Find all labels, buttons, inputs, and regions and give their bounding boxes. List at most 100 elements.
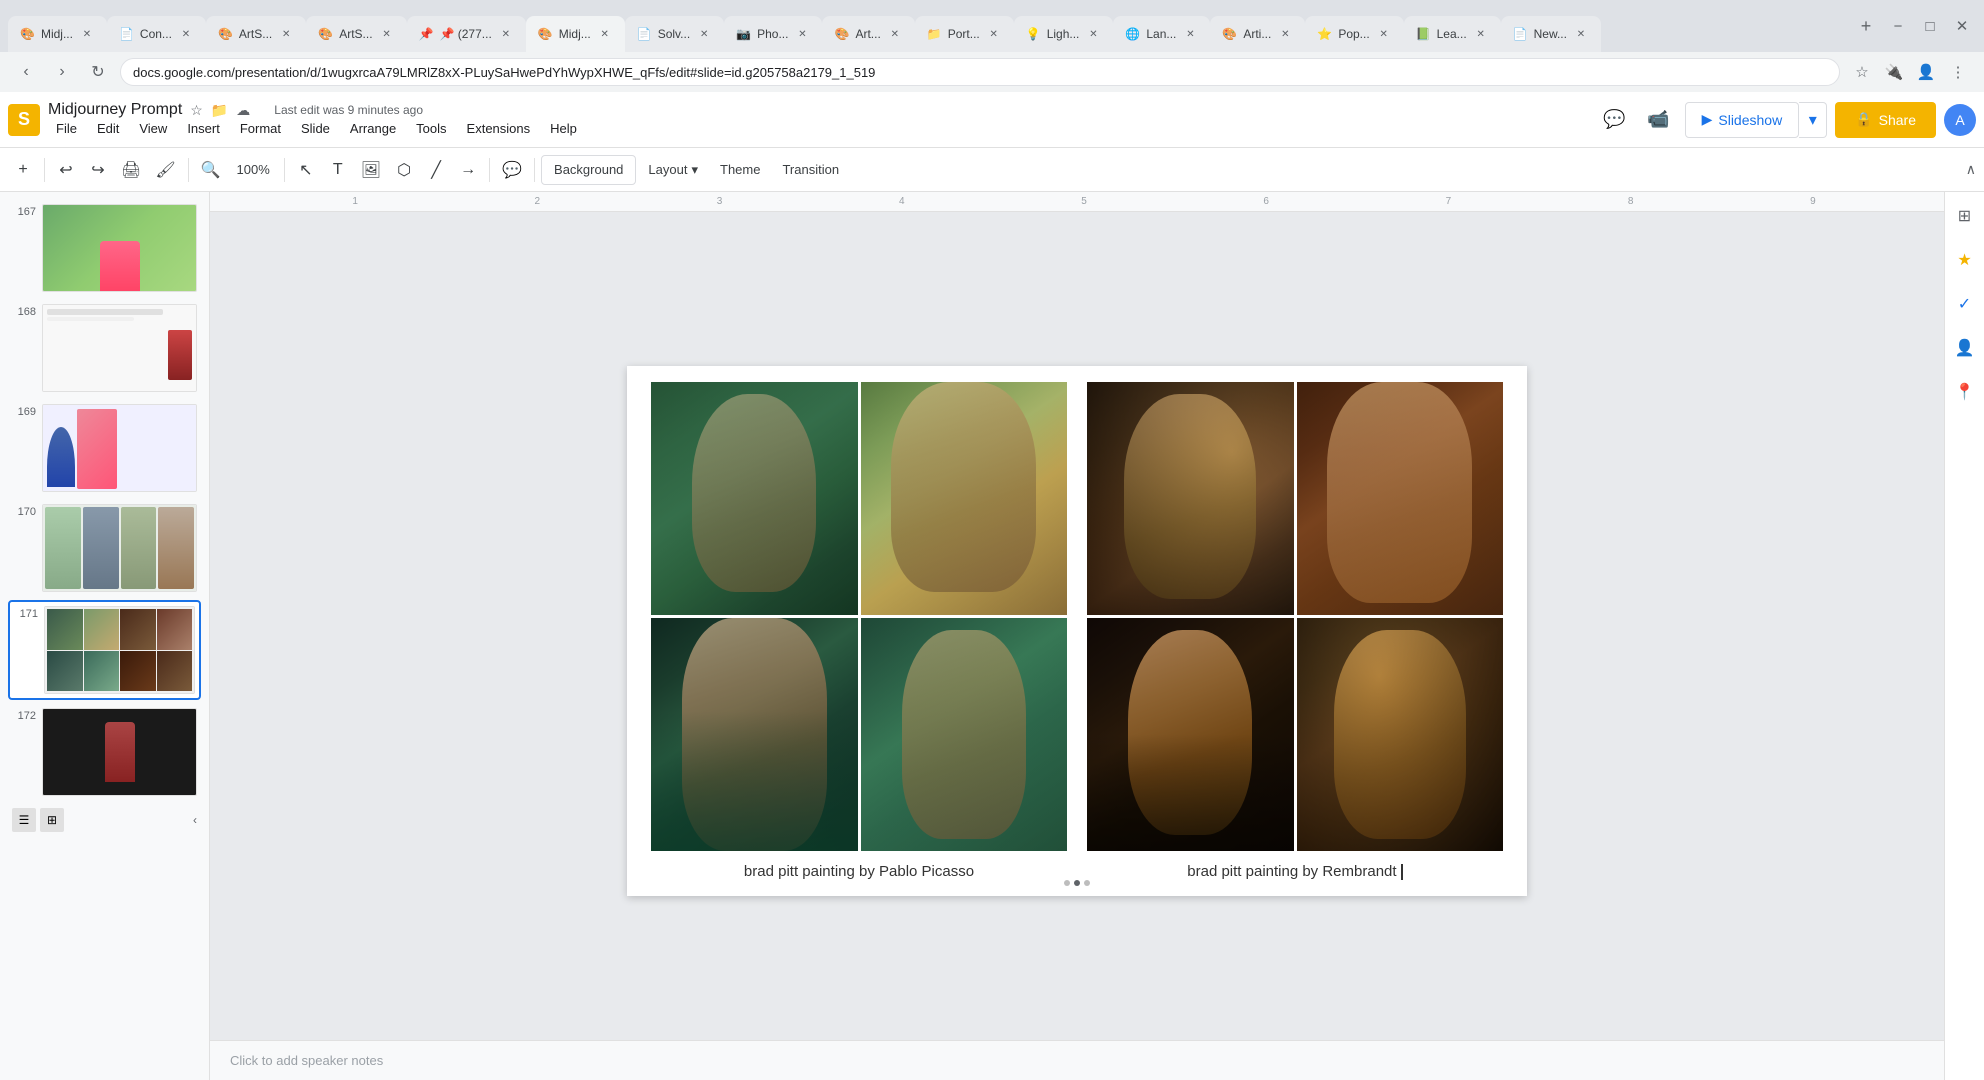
tab-close-15[interactable]: ✕ (1473, 26, 1489, 42)
layout-button[interactable]: Layout ▾ (638, 155, 708, 185)
bookmark-icon[interactable]: ☆ (1848, 58, 1876, 86)
tab-8[interactable]: 📷 Pho... ✕ (724, 16, 822, 52)
tab-4[interactable]: 🎨 ArtS... ✕ (306, 16, 406, 52)
slide-thumb-168[interactable]: 168 (8, 300, 201, 396)
nav-dot-1 (1064, 880, 1070, 886)
tab-close-8[interactable]: ✕ (794, 26, 810, 42)
redo-button[interactable]: ↪ (83, 155, 113, 185)
zoom-out-button[interactable]: 🔍 (195, 155, 227, 185)
tab-3[interactable]: 🎨 ArtS... ✕ (206, 16, 306, 52)
minimize-button[interactable]: − (1884, 12, 1912, 40)
rembrandt-image-grid[interactable] (1087, 382, 1503, 851)
tab-close-3[interactable]: ✕ (278, 26, 294, 42)
picasso-image-grid[interactable] (651, 382, 1067, 851)
slide-thumb-170[interactable]: 170 (8, 500, 201, 596)
theme-button[interactable]: Theme (710, 155, 770, 185)
speaker-notes-area[interactable]: Click to add speaker notes (210, 1040, 1944, 1080)
address-bar[interactable]: docs.google.com/presentation/d/1wugxrcaA… (120, 58, 1840, 86)
tab-13[interactable]: 🎨 Arti... ✕ (1210, 16, 1305, 52)
comment-button[interactable]: 💬 (496, 155, 528, 185)
rembrandt-caption[interactable]: brad pitt painting by Rembrandt (1087, 863, 1503, 880)
menu-file[interactable]: File (48, 119, 85, 138)
back-button[interactable]: ‹ (12, 58, 40, 86)
cloud-icon[interactable]: ☁ (236, 102, 250, 119)
new-tab-button[interactable]: + (1852, 12, 1880, 40)
menu-insert[interactable]: Insert (179, 119, 228, 138)
collapse-toolbar-button[interactable]: ∧ (1966, 161, 1976, 178)
paint-format-button[interactable]: 🖌 (149, 155, 181, 185)
list-view-button[interactable]: ☰ (12, 808, 36, 832)
tab-close-2[interactable]: ✕ (178, 26, 194, 42)
slideshow-dropdown[interactable]: ▾ (1799, 102, 1827, 138)
tab-close-9[interactable]: ✕ (887, 26, 903, 42)
tab-close-13[interactable]: ✕ (1277, 26, 1293, 42)
shape-tool[interactable]: ⬡ (389, 155, 419, 185)
menu-arrange[interactable]: Arrange (342, 119, 404, 138)
menu-slide[interactable]: Slide (293, 119, 338, 138)
menu-edit[interactable]: Edit (89, 119, 127, 138)
slideshow-button[interactable]: ▶ Slideshow (1685, 102, 1800, 138)
tab-close-4[interactable]: ✕ (379, 26, 395, 42)
tab-close-6[interactable]: ✕ (597, 26, 613, 42)
menu-format[interactable]: Format (232, 119, 289, 138)
slide-thumb-167[interactable]: 167 (8, 200, 201, 296)
tab-close-7[interactable]: ✕ (696, 26, 712, 42)
slides-panel-icon[interactable]: ⊞ (1949, 200, 1981, 232)
tab-2[interactable]: 📄 Con... ✕ (107, 16, 206, 52)
extensions-icon[interactable]: 🔌 (1880, 58, 1908, 86)
tab-15[interactable]: 📗 Lea... ✕ (1404, 16, 1501, 52)
close-button[interactable]: ✕ (1948, 12, 1976, 40)
tab-close-16[interactable]: ✕ (1573, 26, 1589, 42)
menu-help[interactable]: Help (542, 119, 585, 138)
print-button[interactable]: 🖨 (115, 155, 147, 185)
profile-icon[interactable]: 👤 (1912, 58, 1940, 86)
check-panel-icon[interactable]: ✓ (1949, 288, 1981, 320)
tab-close-1[interactable]: ✕ (79, 26, 95, 42)
avatar[interactable]: A (1944, 104, 1976, 136)
location-panel-icon[interactable]: 📍 (1949, 376, 1981, 408)
star-panel-icon[interactable]: ★ (1949, 244, 1981, 276)
tab-close-14[interactable]: ✕ (1376, 26, 1392, 42)
tab-12[interactable]: 🌐 Lan... ✕ (1113, 16, 1210, 52)
slide-thumb-172[interactable]: 172 (8, 704, 201, 800)
add-button[interactable]: + (8, 155, 38, 185)
forward-button[interactable]: › (48, 58, 76, 86)
tab-close-12[interactable]: ✕ (1182, 26, 1198, 42)
reload-button[interactable]: ↻ (84, 58, 112, 86)
person-panel-icon[interactable]: 👤 (1949, 332, 1981, 364)
tab-close-11[interactable]: ✕ (1085, 26, 1101, 42)
tab-close-10[interactable]: ✕ (986, 26, 1002, 42)
slide-thumb-171[interactable]: 171 (8, 600, 201, 700)
undo-button[interactable]: ↩ (51, 155, 81, 185)
grid-view-button[interactable]: ⊞ (40, 808, 64, 832)
maximize-button[interactable]: □ (1916, 12, 1944, 40)
tab-14[interactable]: ⭐ Pop... ✕ (1305, 16, 1403, 52)
image-tool[interactable]: 🖼 (355, 155, 387, 185)
background-button[interactable]: Background (541, 155, 636, 185)
tab-9[interactable]: 🎨 Art... ✕ (822, 16, 914, 52)
tab-1[interactable]: 🎨 Midj... ✕ (8, 16, 107, 52)
tab-7[interactable]: 📄 Solv... ✕ (625, 16, 724, 52)
meet-icon[interactable]: 📹 (1641, 102, 1677, 138)
tab-11[interactable]: 💡 Ligh... ✕ (1014, 16, 1114, 52)
tab-6[interactable]: 🎨 Midj... ✕ (526, 16, 625, 52)
text-tool[interactable]: T (323, 155, 353, 185)
star-icon[interactable]: ☆ (190, 102, 203, 119)
tab-close-5[interactable]: ✕ (498, 26, 514, 42)
tab-16[interactable]: 📄 New... ✕ (1501, 16, 1601, 52)
tab-5[interactable]: 📌 📌 (277... ✕ (407, 16, 526, 52)
menu-extensions[interactable]: Extensions (459, 119, 539, 138)
folder-icon[interactable]: 📁 (211, 102, 228, 119)
more-icon[interactable]: ⋮ (1944, 58, 1972, 86)
tab-10[interactable]: 📁 Port... ✕ (915, 16, 1014, 52)
menu-view[interactable]: View (131, 119, 175, 138)
line-tool[interactable]: ╱ (421, 155, 451, 185)
share-button[interactable]: 🔒 Share (1835, 102, 1936, 138)
select-tool[interactable]: ↖ (291, 155, 321, 185)
transition-button[interactable]: Transition (772, 155, 849, 185)
slide-thumb-169[interactable]: 169 (8, 400, 201, 496)
collapse-panel-button[interactable]: ‹ (193, 813, 197, 827)
menu-tools[interactable]: Tools (408, 119, 454, 138)
comments-icon[interactable]: 💬 (1597, 102, 1633, 138)
arrow-tool[interactable]: → (453, 155, 483, 185)
